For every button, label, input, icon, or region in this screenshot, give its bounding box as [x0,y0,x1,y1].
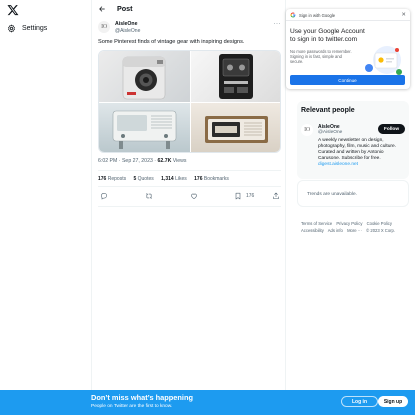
login-button[interactable]: Log in [341,396,378,407]
relevant-people-heading: Relevant people [301,107,355,114]
bookmark-count: 176 [246,193,255,199]
heart-icon[interactable] [190,192,198,200]
avatar-logo: IO [304,127,310,133]
divider [98,170,281,171]
page-title: Post [117,4,133,13]
copyright: © 2023 X Corp. [366,227,396,233]
settings-label: Settings [22,24,48,32]
relevant-people-panel: Relevant people IO AisleOne @AisleOne Fo… [297,101,409,179]
post-actions: 176 [98,190,281,202]
google-prompt-header-label: Sign in with Google [299,12,336,18]
post-time[interactable]: 6:02 PM [98,158,117,164]
share-icon[interactable] [272,192,280,200]
x-logo-icon[interactable] [7,4,19,16]
media-image-clock-radio[interactable] [191,103,280,152]
google-prompt-description: No more passwords to remember. Signing i… [290,49,352,64]
left-navigation: Settings [0,0,88,390]
close-icon[interactable]: ✕ [401,12,406,18]
divider [98,186,281,187]
post-stats: 176 Reposts 5 Quotes 1,314 Likes 176 Boo… [98,176,235,182]
google-g-icon [290,12,296,18]
divider [98,206,281,207]
bookmark-icon[interactable] [234,192,242,200]
signup-button[interactable]: Sign up [378,396,408,407]
post-header: Post [92,0,285,18]
meta-separator: · [118,158,121,164]
views-count: 62.7K [157,158,172,164]
camera-illustration [122,56,166,100]
quotes-stat[interactable]: 5 Quotes [133,176,153,182]
footer-link[interactable]: Privacy Policy [336,221,362,226]
bio-text: A weekly newsletter on design, photograp… [318,138,397,161]
post-author: IO AisleOne @AisleOne ··· [98,20,281,36]
footer-link[interactable]: Accessibility [301,228,324,233]
arrow-left-icon[interactable] [98,5,106,13]
post-date[interactable]: Sep 27, 2023 [122,158,153,164]
reposts-stat[interactable]: 176 Reposts [98,176,126,182]
google-signin-prompt: Sign in with Google ✕ Use your Google Ac… [286,9,410,89]
footer-link[interactable]: Cookie Policy [367,221,392,226]
gear-icon [8,24,15,32]
clock-radio-illustration [205,116,268,143]
footer-link[interactable]: Ads info [328,228,343,233]
follow-button[interactable]: Follow [378,124,405,134]
avatar-logo: IO [101,24,107,30]
post-text: Some Pinterest finds of vintage gear wit… [98,39,245,45]
trends-unavailable-message: Trends are unavailable. [307,192,357,197]
relevant-user-bio: A weekly newsletter on design, photograp… [318,138,406,168]
footer-link[interactable]: More ··· [347,228,362,233]
relevant-user-handle[interactable]: @AisleOne [318,130,342,135]
banner-subtext: People on Twitter are the first to know. [91,404,173,409]
avatar[interactable]: IO [98,21,110,33]
avatar[interactable]: IO [301,124,313,136]
bookmarks-stat[interactable]: 176 Bookmarks [194,176,229,182]
radio-illustration [112,110,177,149]
more-horizontal-icon[interactable]: ··· [274,21,282,27]
google-prompt-header: Sign in with Google ✕ [286,9,410,21]
post-meta: 6:02 PM · Sep 27, 2023 · 62.7K Views [98,158,187,164]
author-name[interactable]: AisleOne [115,21,138,27]
reply-icon[interactable] [100,192,108,200]
media-image-radio[interactable] [99,103,190,152]
footer-link[interactable]: Terms of Service [301,221,332,226]
signup-banner: Don’t miss what’s happening People on Tw… [0,390,415,415]
likes-stat[interactable]: 1,314 Likes [161,176,187,182]
media-image-cassette-player[interactable] [191,51,280,102]
author-handle[interactable]: @AisleOne [115,28,140,34]
footer-links: Terms of Service Privacy Policy Cookie P… [301,221,409,234]
views-label: Views [172,158,187,164]
nav-item-settings[interactable]: Settings [7,22,47,34]
media-image-camera[interactable] [99,51,190,102]
main-column: Post IO AisleOne @AisleOne ··· Some Pint… [91,0,286,390]
repost-icon[interactable] [145,192,153,200]
bio-link[interactable]: digest.aisleone.net [318,162,358,167]
google-continue-button[interactable]: Continue [290,75,405,85]
meta-separator: · [154,158,157,164]
cassette-player-illustration [219,54,253,99]
post-media-grid [98,50,281,153]
trends-panel: Trends are unavailable. [297,180,409,207]
banner-headline: Don’t miss what’s happening [91,393,193,402]
